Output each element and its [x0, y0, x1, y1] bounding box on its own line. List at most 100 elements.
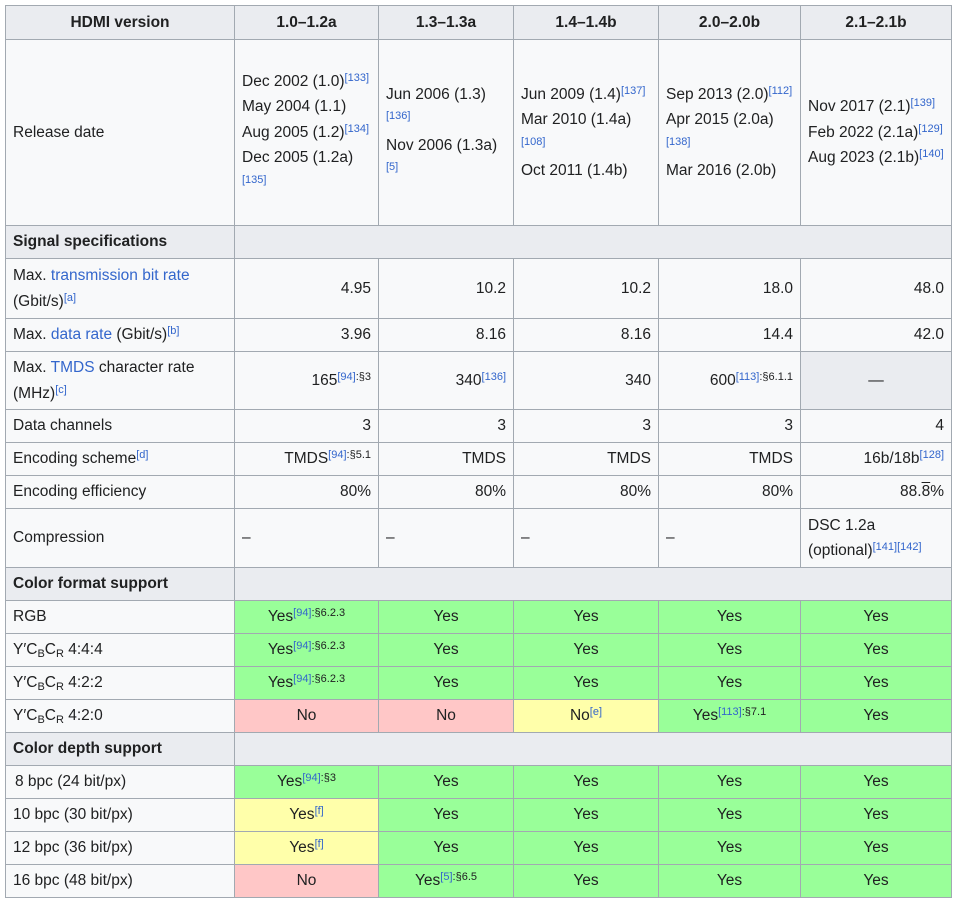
footnote-link[interactable]: [d] — [136, 449, 148, 461]
support-value: Yes — [716, 806, 743, 824]
bitrate-value: 48.0 — [800, 258, 952, 319]
citation-link[interactable]: [f] — [315, 838, 324, 850]
encoding-scheme-row: Encoding scheme[d] TMDS[94]:§5.1 TMDS TM… — [5, 442, 952, 476]
data-rate-link[interactable]: data rate — [51, 326, 112, 343]
compression-optional: (optional) — [808, 542, 873, 559]
support-cell: Yes — [800, 699, 952, 733]
citation-link[interactable]: [137] — [621, 85, 645, 97]
citation-link[interactable]: [94] — [293, 640, 311, 652]
citation-page: :§6.2.3 — [311, 673, 346, 686]
release-date-entry: Dec 2002 (1.0) — [242, 72, 345, 90]
label-subscript: R — [56, 681, 64, 694]
section-row-signal: Signal specifications — [5, 225, 952, 259]
citation-link[interactable]: [136] — [482, 371, 506, 383]
bitrate-label-unit: (Gbit/s) — [13, 292, 64, 310]
citation-link[interactable]: [136] — [386, 110, 410, 122]
citation-link[interactable]: [128] — [920, 449, 944, 461]
citation-link[interactable]: [140] — [919, 148, 943, 160]
support-value: No — [296, 872, 317, 890]
citation-link[interactable]: [94] — [293, 607, 311, 619]
release-date-entry: Oct 2011 (1.4b) — [521, 162, 628, 179]
support-cell: Yes[94]:§6.2.3 — [234, 666, 379, 700]
citation-link[interactable]: [94] — [337, 371, 355, 383]
color-format-row: RGB Yes[94]:§6.2.3 Yes Yes Yes Yes — [5, 600, 952, 634]
support-cell: Yes[94]:§3 — [234, 765, 379, 799]
encoding-scheme-label: Encoding scheme[d] — [5, 442, 235, 476]
label-part: Y′C — [13, 674, 38, 692]
support-value: Yes — [267, 608, 294, 626]
citation-link[interactable]: [94] — [328, 449, 346, 461]
citation-link[interactable]: [f] — [315, 805, 324, 817]
support-value: Yes — [863, 641, 889, 659]
support-value: Yes — [863, 806, 889, 824]
transmission-bit-rate-link[interactable]: transmission bit rate — [51, 267, 190, 284]
citation-link[interactable]: [135] — [242, 174, 266, 186]
datarate-value: 8.16 — [513, 318, 659, 352]
citation-link[interactable]: [113] — [718, 706, 742, 718]
support-value: Yes — [573, 773, 599, 791]
citation-link[interactable]: [94] — [293, 673, 311, 685]
citation-page: :§3 — [355, 370, 371, 383]
citation-link[interactable]: [e] — [590, 706, 602, 718]
support-value: Yes — [415, 872, 441, 890]
header-version-2-0: 2.0–2.0b — [658, 5, 801, 40]
footnote-link[interactable]: [a] — [64, 292, 76, 304]
citation-link[interactable]: [108] — [521, 136, 545, 148]
release-date-cell: Jun 2009 (1.4)[137] Mar 2010 (1.4a) [108]… — [513, 39, 659, 226]
color-format-label: Y′CBCR 4:2:0 — [5, 699, 235, 733]
color-format-row: Y′CBCR 4:2:2 Yes[94]:§6.2.3 Yes Yes Yes … — [5, 666, 952, 700]
support-value: Yes — [289, 839, 315, 857]
citation-link[interactable]: [141][142] — [873, 541, 922, 553]
release-date-entry: Jun 2009 (1.4) — [521, 85, 621, 103]
color-depth-label: 10 bpc (30 bit/px) — [5, 798, 235, 832]
release-date-entry: Mar 2016 (2.0b) — [666, 162, 777, 179]
release-date-entry: Dec 2005 (1.2a) — [242, 149, 354, 167]
support-cell: Yes — [513, 798, 659, 832]
citation-page: :§6.2.3 — [311, 607, 346, 620]
data-channels-value: 3 — [378, 409, 514, 443]
color-depth-label: 8 bpc (24 bit/px) — [5, 765, 235, 799]
data-channels-row: Data channels 3 3 3 3 4 — [5, 409, 952, 443]
support-cell: Yes — [800, 765, 952, 799]
tmds-link[interactable]: TMDS — [51, 359, 95, 376]
support-value: Yes — [716, 839, 743, 857]
datarate-value: 14.4 — [658, 318, 801, 352]
bitrate-row: Max. transmission bit rate (Gbit/s)[a] 4… — [5, 258, 952, 319]
section-fill — [234, 225, 952, 259]
support-value: Yes — [863, 872, 889, 890]
footnote-link[interactable]: [c] — [55, 384, 67, 396]
support-value: Yes — [289, 806, 315, 824]
compression-value: – — [658, 508, 801, 568]
citation-link[interactable]: [129] — [918, 123, 942, 135]
section-fill — [234, 732, 952, 766]
support-cell: Yes — [513, 633, 659, 667]
label-part: Y′C — [13, 707, 38, 725]
citation-link[interactable]: [134] — [345, 123, 369, 135]
color-depth-row: 8 bpc (24 bit/px) Yes[94]:§3 Yes Yes Yes… — [5, 765, 952, 799]
citation-link[interactable]: [5] — [440, 871, 452, 883]
encoding-scheme-text: Encoding scheme — [13, 450, 137, 468]
support-cell: Yes[94]:§6.2.3 — [234, 600, 379, 634]
citation-link[interactable]: [139] — [911, 97, 935, 109]
color-depth-row: 12 bpc (36 bit/px) Yes[f] Yes Yes Yes Ye… — [5, 831, 952, 865]
encoding-scheme-value: TMDS — [378, 442, 514, 476]
support-cell: Yes — [658, 633, 801, 667]
release-date-label: Release date — [5, 39, 235, 226]
release-date-entry: Feb 2022 (2.1a) — [808, 123, 919, 141]
release-date-cell: Nov 2017 (2.1)[139] Feb 2022 (2.1a)[129]… — [800, 39, 952, 226]
citation-link[interactable]: [138] — [666, 136, 690, 148]
encoding-efficiency-label: Encoding efficiency — [5, 475, 235, 509]
release-date-cell: Sep 2013 (2.0)[112] Apr 2015 (2.0a) [138]… — [658, 39, 801, 226]
header-version-1-4: 1.4–1.4b — [513, 5, 659, 40]
support-value: Yes — [863, 773, 889, 791]
citation-link[interactable]: [112] — [769, 85, 793, 97]
citation-link[interactable]: [133] — [345, 72, 369, 84]
footnote-link[interactable]: [b] — [167, 325, 179, 337]
compression-row: Compression – – – – DSC 1.2a (optional)[1… — [5, 508, 952, 568]
citation-link[interactable]: [113] — [736, 371, 760, 383]
tmds-rate-value: 600[113]:§6.1.1 — [658, 351, 801, 410]
release-date-entry: Nov 2006 (1.3a) — [386, 136, 498, 154]
release-date-entry: Jun 2006 (1.3) — [386, 85, 486, 103]
citation-link[interactable]: [5] — [386, 161, 398, 173]
citation-link[interactable]: [94] — [302, 772, 320, 784]
